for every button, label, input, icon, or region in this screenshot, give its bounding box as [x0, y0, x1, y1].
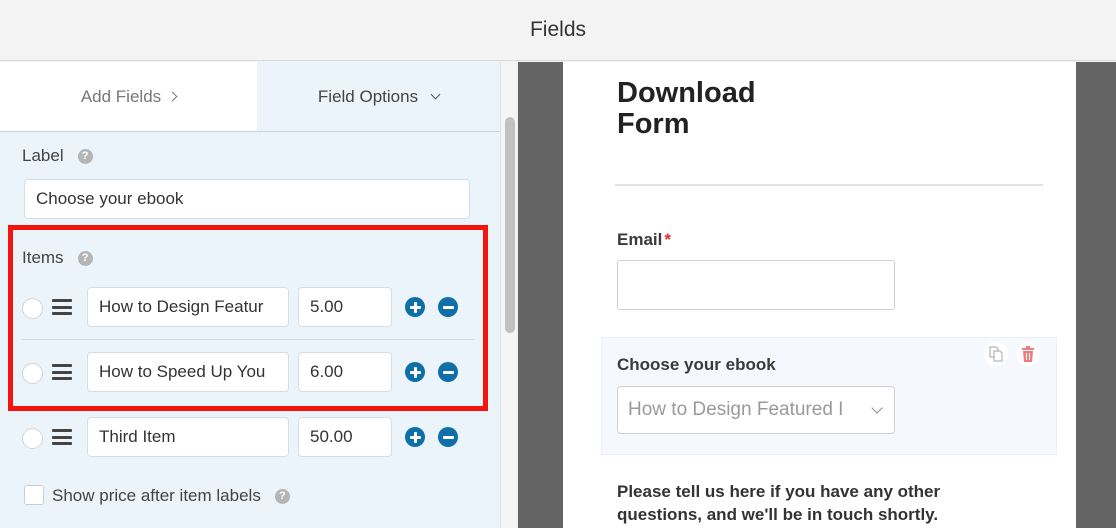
- tab-field-options[interactable]: Field Options: [257, 62, 500, 131]
- show-price-label: Show price after item labels ?: [52, 486, 290, 506]
- page-title: Fields: [529, 18, 587, 41]
- choice-label-input[interactable]: How to Speed Up You: [87, 352, 289, 392]
- dropdown-field-label: Choose your ebook: [617, 355, 776, 374]
- top-bar: Fields: [0, 0, 1116, 61]
- panel-scrollbar-thumb[interactable]: [505, 117, 515, 333]
- choice-item-row: How to Speed Up You 6.00: [22, 352, 472, 394]
- required-marker: *: [664, 230, 671, 249]
- form-title-line2: Form: [617, 108, 690, 140]
- default-choice-radio[interactable]: [22, 428, 43, 449]
- drag-handle-icon[interactable]: [52, 364, 72, 380]
- label-input-value: Choose your ebook: [36, 189, 184, 208]
- choice-item-row: How to Design Featur 5.00: [22, 287, 472, 329]
- items-field-label: Items ?: [22, 248, 93, 268]
- remove-choice-button[interactable]: [438, 297, 458, 317]
- add-choice-button[interactable]: [405, 427, 425, 447]
- choice-price-value: 50.00: [310, 427, 353, 446]
- default-choice-radio[interactable]: [22, 363, 43, 384]
- show-price-checkbox[interactable]: [24, 485, 44, 505]
- row-divider: [22, 339, 474, 340]
- add-choice-button[interactable]: [405, 362, 425, 382]
- duplicate-icon: [989, 346, 1003, 362]
- minus-icon: [442, 435, 454, 439]
- add-choice-button[interactable]: [405, 297, 425, 317]
- question-circle-icon[interactable]: ?: [274, 488, 290, 504]
- choice-price-input[interactable]: 50.00: [298, 417, 392, 457]
- trash-icon: [1022, 346, 1034, 362]
- minus-icon: [442, 370, 454, 374]
- form-title: Download Form: [617, 78, 756, 140]
- choice-price-value: 5.00: [310, 297, 344, 316]
- tab-add-fields-label: Add Fields: [80, 86, 162, 106]
- form-title-line1: Download: [617, 77, 756, 109]
- choice-price-input[interactable]: 5.00: [298, 287, 392, 327]
- remove-choice-button[interactable]: [438, 362, 458, 382]
- panel-tabs: Add Fields Field Options: [0, 62, 500, 132]
- default-choice-radio[interactable]: [22, 298, 43, 319]
- show-price-text[interactable]: Show price after item labels: [52, 486, 261, 506]
- choice-label-input[interactable]: How to Design Featur: [87, 287, 289, 327]
- items-text: Items: [22, 248, 64, 267]
- remove-choice-button[interactable]: [438, 427, 458, 447]
- question-circle-icon[interactable]: ?: [77, 148, 93, 164]
- label-input[interactable]: Choose your ebook: [24, 179, 470, 219]
- choice-label-value: How to Speed Up You: [99, 362, 266, 381]
- choice-label-input[interactable]: Third Item: [87, 417, 289, 457]
- title-divider: [615, 184, 1043, 186]
- choice-label-value: Third Item: [99, 427, 176, 446]
- choice-price-input[interactable]: 6.00: [298, 352, 392, 392]
- tab-field-options-label: Field Options: [317, 86, 419, 106]
- chevron-down-icon: [430, 89, 441, 99]
- duplicate-field-button[interactable]: [984, 342, 1008, 366]
- question-circle-icon[interactable]: ?: [77, 250, 93, 266]
- label-text: Label: [22, 146, 64, 165]
- minus-icon: [442, 305, 454, 309]
- drag-handle-icon[interactable]: [52, 429, 72, 445]
- choice-price-value: 6.00: [310, 362, 344, 381]
- ebook-dropdown-preview[interactable]: How to Design Featured I: [617, 386, 895, 434]
- email-input-preview[interactable]: [617, 260, 895, 310]
- label-field-label: Label ?: [22, 146, 93, 166]
- tab-add-fields[interactable]: Add Fields: [0, 62, 257, 131]
- email-label-text: Email: [617, 230, 663, 249]
- instruction-paragraph: Please tell us here if you have any othe…: [617, 482, 941, 524]
- chevron-right-icon: [167, 91, 178, 102]
- choice-label-value: How to Design Featur: [99, 297, 264, 316]
- choice-item-row: Third Item 50.00: [22, 417, 472, 459]
- email-field-label: Email *: [617, 230, 671, 250]
- drag-handle-icon[interactable]: [52, 299, 72, 315]
- dropdown-selected-value: How to Design Featured I: [628, 399, 844, 420]
- delete-field-button[interactable]: [1016, 342, 1040, 366]
